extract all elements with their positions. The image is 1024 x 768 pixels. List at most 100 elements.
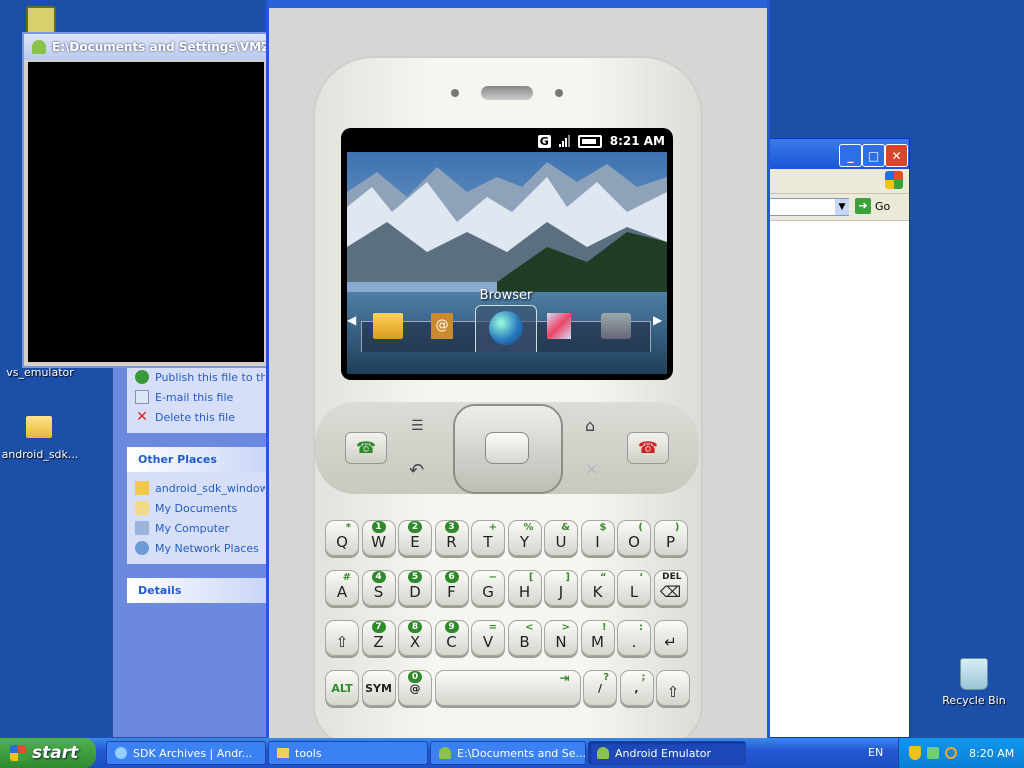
alt-key[interactable]: ALT — [325, 670, 359, 706]
settings-icon[interactable] — [601, 313, 631, 339]
key-0-3[interactable]: R3 — [434, 520, 469, 556]
call-button[interactable]: ☎ — [345, 432, 387, 464]
other-places-title[interactable]: Other Places — [127, 447, 273, 472]
close-button[interactable]: ✕ — [885, 144, 908, 167]
key-2-5[interactable]: B < — [507, 620, 542, 656]
key-0-1[interactable]: W1 — [361, 520, 396, 556]
sym-key[interactable]: SYM — [361, 670, 396, 706]
email-file-link[interactable]: E-mail this file — [135, 387, 265, 407]
maximize-button[interactable]: □ — [862, 144, 885, 167]
file-tasks-panel: Publish this file to the E-mail this fil… — [127, 363, 273, 433]
shift-key[interactable]: ⇧ — [656, 670, 690, 706]
key-main-label: C — [446, 633, 457, 651]
key-0-4[interactable]: T + — [471, 520, 505, 556]
folder-icon[interactable] — [26, 416, 52, 438]
key-alt-label: > — [561, 622, 570, 633]
key-2-6[interactable]: N > — [544, 620, 578, 656]
console-output[interactable] — [28, 62, 264, 362]
key-0-2[interactable]: E2 — [398, 520, 432, 556]
key-1-2[interactable]: D5 — [398, 570, 432, 606]
key-2-7[interactable]: M! — [580, 620, 615, 656]
key-1-7[interactable]: K “ — [580, 570, 615, 606]
key-2-8[interactable]: .: — [617, 620, 651, 656]
desktop-icon-android-sdk-label[interactable]: android_sdk... — [0, 448, 80, 461]
key-0-5[interactable]: Y% — [507, 520, 542, 556]
recycle-bin-icon[interactable] — [960, 658, 988, 690]
taskbar-button-sdk[interactable]: SDK Archives | Andr... — [106, 741, 266, 765]
key-2-2[interactable]: X8 — [398, 620, 432, 656]
delete-file-link[interactable]: ✕ Delete this file — [135, 407, 265, 427]
at-key[interactable]: @0 — [398, 670, 432, 706]
place-my-computer[interactable]: My Computer — [135, 518, 265, 538]
phone-screen[interactable]: G 8:21 AM Browser ◀ @ ▶ — [341, 128, 673, 380]
place-my-network[interactable]: My Network Places — [135, 538, 265, 558]
key-1-1[interactable]: S4 — [361, 570, 396, 606]
contacts-icon[interactable]: @ — [431, 313, 453, 339]
publish-file-link[interactable]: Publish this file to the — [135, 367, 265, 387]
key-0-6[interactable]: U & — [544, 520, 578, 556]
sensor-right — [555, 89, 563, 97]
key-main-label: G — [482, 583, 494, 601]
dock-left-arrow-icon[interactable]: ◀ — [347, 313, 356, 327]
address-row: ▼ ➜ Go — [765, 194, 909, 221]
dock-right-arrow-icon[interactable]: ▶ — [653, 313, 662, 327]
slash-key[interactable]: /? — [583, 670, 617, 706]
qwerty-keyboard: Q * W 1 E 2 R 3 T + Y% U & I $ O(P) A # S 4 D 5 F 6 G − H[J] K “L ‘⌫ D… — [325, 520, 705, 720]
key-0-9[interactable]: P) — [653, 520, 688, 556]
key-alt-label: “ — [599, 572, 607, 583]
browser-icon — [115, 747, 127, 759]
search-cross-icon[interactable]: ✕ — [585, 460, 598, 479]
key-main-label: F — [447, 583, 456, 601]
network-icon[interactable] — [927, 747, 939, 759]
comma-key-label: , — [634, 682, 639, 695]
key-1-8[interactable]: L ‘ — [617, 570, 651, 606]
key-2-0[interactable]: ⇧ — [325, 620, 359, 656]
folder-icon — [277, 748, 289, 758]
end-call-button[interactable]: ☎ — [627, 432, 669, 464]
key-0-7[interactable]: I $ — [580, 520, 615, 556]
address-dropdown-icon[interactable]: ▼ — [835, 199, 849, 215]
key-main-label: J — [558, 583, 564, 601]
home-icon[interactable]: ⌂ — [585, 416, 595, 435]
sym-key-label: SYM — [365, 682, 392, 695]
key-0-0[interactable]: Q * — [325, 520, 359, 556]
back-icon[interactable]: ↶ — [409, 460, 424, 481]
taskbar-button-emulator[interactable]: Android Emulator — [588, 741, 746, 765]
key-1-5[interactable]: H[ — [507, 570, 542, 606]
key-1-4[interactable]: G − — [471, 570, 505, 606]
search-icon[interactable] — [945, 747, 957, 759]
maps-icon[interactable] — [547, 313, 571, 339]
key-0-8[interactable]: O( — [617, 520, 651, 556]
key-main-label: V — [482, 633, 494, 651]
details-title[interactable]: Details — [127, 578, 273, 603]
key-1-3[interactable]: F6 — [434, 570, 469, 606]
go-button[interactable]: ➜ Go — [855, 198, 890, 214]
place-my-documents[interactable]: My Documents — [135, 498, 265, 518]
files-folder-icon[interactable] — [373, 313, 403, 339]
key-1-0[interactable]: A # — [325, 570, 359, 606]
key-2-3[interactable]: C9 — [434, 620, 469, 656]
minimize-button[interactable]: _ — [839, 144, 862, 167]
key-alt-label: # — [342, 572, 351, 583]
dpad-center-button[interactable] — [485, 432, 529, 464]
key-alt-label: ( — [638, 522, 643, 533]
space-key[interactable]: ⇥ — [434, 670, 581, 706]
key-1-9[interactable]: ⌫ DEL — [653, 570, 688, 606]
comma-key[interactable]: ,; — [619, 670, 654, 706]
desktop-icon-recycle-bin-label[interactable]: Recycle Bin — [934, 694, 1014, 707]
security-shield-icon[interactable] — [909, 746, 921, 760]
clock[interactable]: 8:20 AM — [969, 747, 1014, 760]
status-bar: G 8:21 AM — [347, 132, 665, 150]
taskbar-button-console[interactable]: E:\Documents and Se... — [430, 741, 586, 765]
key-1-6[interactable]: J] — [544, 570, 578, 606]
menu-icon[interactable]: ☰ — [411, 418, 424, 434]
start-button[interactable]: start — [0, 738, 96, 768]
place-android-sdk[interactable]: android_sdk_windows — [135, 478, 265, 498]
key-2-4[interactable]: V = — [471, 620, 505, 656]
browser-globe-icon[interactable] — [489, 311, 523, 345]
language-indicator[interactable]: EN — [868, 746, 883, 759]
taskbar-button-tools[interactable]: tools — [268, 741, 428, 765]
key-number-label: 9 — [444, 621, 459, 633]
key-2-9[interactable]: ↵ — [653, 620, 688, 656]
key-2-1[interactable]: Z7 — [361, 620, 396, 656]
